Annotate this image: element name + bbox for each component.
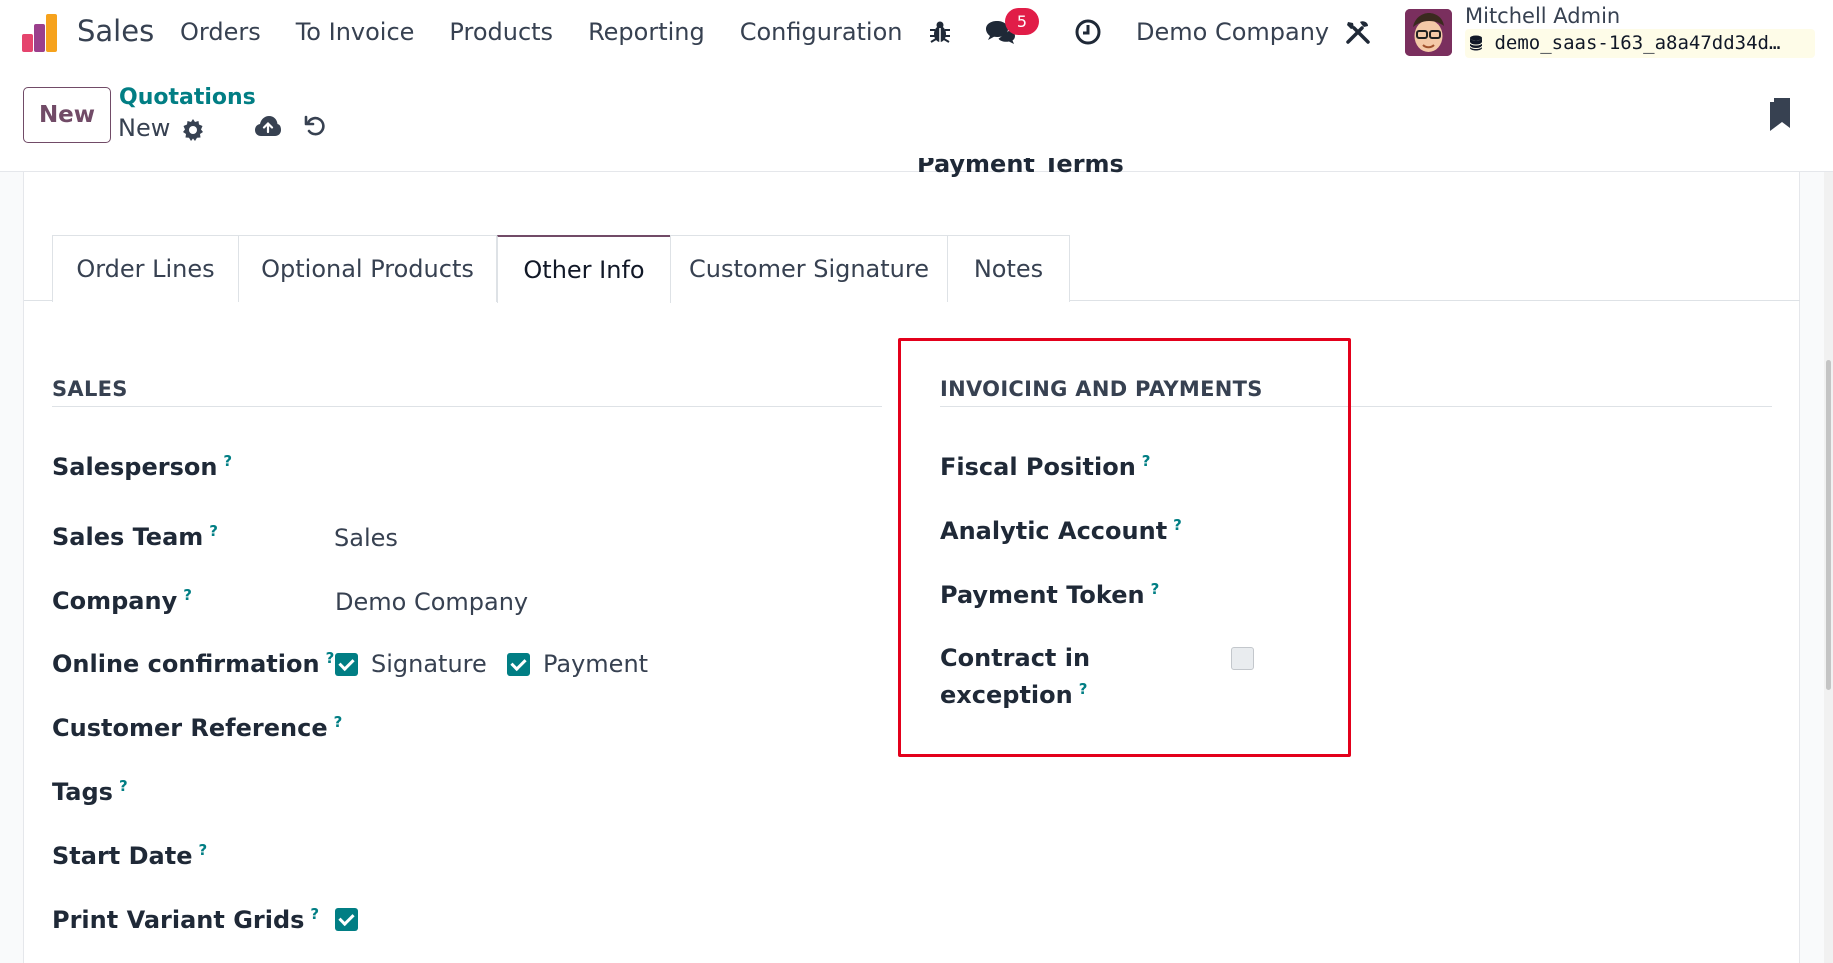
contract-exception-label-line1: Contract in [940,644,1091,672]
help-tooltip[interactable]: ? [1079,680,1088,698]
help-tooltip[interactable]: ? [334,713,343,731]
menu-products[interactable]: Products [449,18,553,46]
help-tooltip[interactable]: ? [326,649,335,667]
company-switcher[interactable]: Demo Company [1136,18,1329,46]
breadcrumb-quotations[interactable]: Quotations [119,85,256,110]
scrollbar-thumb[interactable] [1826,360,1831,690]
payment-checkbox-label[interactable]: Payment [543,650,648,678]
company-label: Company? [52,586,192,615]
signature-checkbox-label[interactable]: Signature [371,650,487,678]
help-tooltip[interactable]: ? [1142,452,1151,470]
tools-icon[interactable] [1342,16,1374,48]
menu-reporting[interactable]: Reporting [588,18,705,46]
chat-count-badge: 5 [1005,8,1039,35]
help-tooltip[interactable]: ? [209,522,218,540]
sales-team-label: Sales Team? [52,522,218,551]
invoicing-section-title: INVOICING AND PAYMENTS [940,377,1263,401]
help-tooltip[interactable]: ? [119,777,128,795]
fiscal-position-label: Fiscal Position? [940,452,1151,481]
contract-exception-label-line2: exception? [940,680,1088,709]
app-brand[interactable]: Sales [77,14,154,48]
main-menu: Orders To Invoice Products Reporting Con… [180,18,938,46]
sales-section-title: SALES [52,377,128,401]
database-icon [1469,35,1483,51]
help-tooltip[interactable]: ? [223,452,232,470]
sales-team-field[interactable]: Sales [334,524,398,552]
database-badge: demo_saas-163_a8a47dd34d… [1465,29,1815,58]
tab-optional-products[interactable]: Optional Products [238,235,497,302]
user-name[interactable]: Mitchell Admin [1465,4,1620,28]
database-name: demo_saas-163_a8a47dd34d… [1494,32,1781,54]
print-variant-grids-checkbox[interactable] [335,908,358,931]
tab-notes[interactable]: Notes [947,235,1070,302]
breadcrumb-current: New [118,114,171,142]
signature-checkbox[interactable] [335,653,358,676]
avatar[interactable] [1405,9,1452,56]
payment-checkbox[interactable] [507,653,530,676]
payment-token-label: Payment Token? [940,580,1160,609]
undo-icon[interactable] [300,111,330,141]
salesperson-label: Salesperson? [52,452,233,481]
help-tooltip[interactable]: ? [1173,516,1182,534]
menu-orders[interactable]: Orders [180,18,261,46]
customer-reference-label: Customer Reference? [52,713,343,742]
help-tooltip[interactable]: ? [310,905,319,923]
print-variant-grids-label: Print Variant Grids? [52,905,320,934]
help-tooltip[interactable]: ? [183,586,192,604]
sales-app-logo-icon[interactable] [20,12,62,54]
invoicing-section-rule [940,406,1772,407]
menu-to-invoice[interactable]: To Invoice [296,18,415,46]
bug-icon[interactable] [924,16,956,48]
bookmark-icon[interactable] [1765,98,1795,131]
control-panel: New Quotations New [0,66,1833,172]
help-tooltip[interactable]: ? [1151,580,1160,598]
new-button[interactable]: New [23,87,111,143]
start-date-label: Start Date? [52,841,208,870]
company-field[interactable]: Demo Company [335,588,528,616]
tab-customer-signature[interactable]: Customer Signature [670,235,948,302]
help-tooltip[interactable]: ? [198,841,207,859]
tab-other-info[interactable]: Other Info [497,235,671,303]
clock-icon[interactable] [1072,16,1104,48]
contract-exception-checkbox[interactable] [1231,647,1254,670]
tab-order-lines[interactable]: Order Lines [52,235,239,302]
menu-configuration[interactable]: Configuration [740,18,903,46]
analytic-account-label: Analytic Account? [940,516,1182,545]
online-confirmation-label: Online confirmation? [52,649,335,678]
top-navbar: Sales Orders To Invoice Products Reporti… [0,0,1833,66]
tags-label: Tags? [52,777,128,806]
gear-icon[interactable] [178,115,208,145]
cloud-upload-icon[interactable] [253,111,283,141]
sales-section-rule [52,406,882,407]
